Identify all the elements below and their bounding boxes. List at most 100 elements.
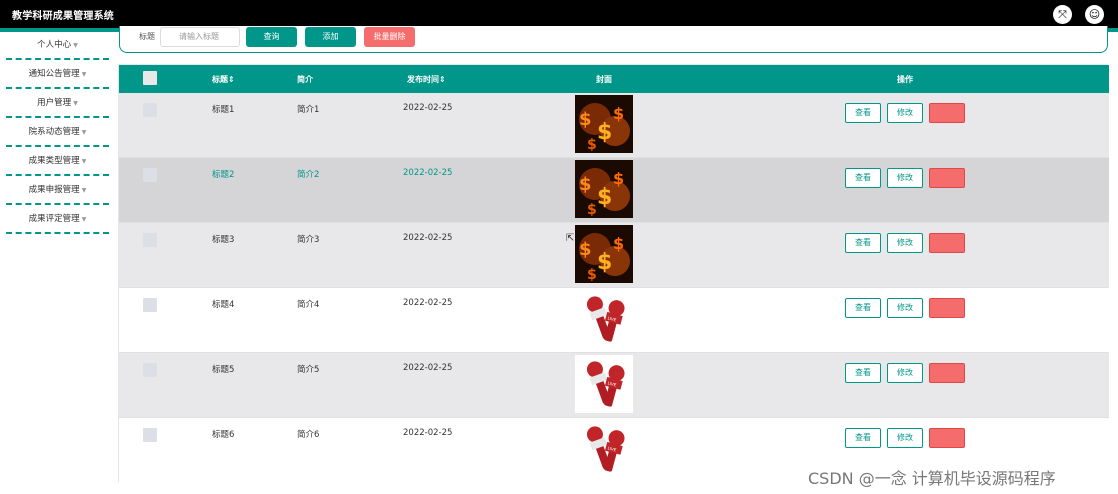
cell-title: 标题4 bbox=[212, 300, 235, 310]
edit-button[interactable]: 修改 bbox=[887, 363, 923, 383]
row-checkbox[interactable] bbox=[143, 428, 157, 442]
sidebar-item-label: 个人中心 bbox=[37, 40, 72, 50]
cover-image: $ $ $ $ bbox=[575, 225, 633, 283]
chevron-down-icon: ▼ bbox=[73, 100, 78, 107]
svg-text:$: $ bbox=[597, 185, 612, 210]
delete-button[interactable]: 删除 bbox=[929, 168, 965, 188]
cell-date: 2022-02-25 bbox=[403, 298, 453, 308]
app-title: 教学科研成果管理系统 bbox=[12, 11, 114, 22]
table-row: 标题5 简介5 2022-02-25 LIVE 查看 修改 删除 bbox=[119, 353, 1109, 418]
edit-button[interactable]: 修改 bbox=[887, 233, 923, 253]
view-button[interactable]: 查看 bbox=[845, 103, 881, 123]
svg-text:$: $ bbox=[587, 137, 597, 153]
search-label: 标题 bbox=[139, 32, 155, 41]
table-row: 标题2 简介2 2022-02-25 $ $ $ $ 查看 修改 删除 bbox=[119, 158, 1109, 223]
svg-text:$: $ bbox=[579, 174, 592, 195]
sidebar-item-label: 通知公告管理 bbox=[28, 69, 80, 79]
delete-button[interactable]: 删除 bbox=[929, 298, 965, 318]
sidebar-item-label: 院系动态管理 bbox=[28, 127, 80, 137]
row-checkbox[interactable] bbox=[143, 103, 157, 117]
select-all-checkbox[interactable] bbox=[143, 71, 157, 85]
row-checkbox[interactable] bbox=[143, 168, 157, 182]
cell-date: 2022-02-25 bbox=[403, 103, 453, 113]
query-button[interactable]: 查询 bbox=[246, 27, 297, 47]
cell-title: 标题1 bbox=[212, 105, 235, 115]
sidebar-item-label: 成果评定管理 bbox=[28, 214, 80, 224]
view-button[interactable]: 查看 bbox=[845, 168, 881, 188]
view-button[interactable]: 查看 bbox=[845, 428, 881, 448]
add-button[interactable]: 添加 bbox=[305, 27, 356, 47]
delete-button[interactable]: 删除 bbox=[929, 428, 965, 448]
cell-intro: 简介5 bbox=[297, 365, 320, 375]
delete-button[interactable]: 删除 bbox=[929, 103, 965, 123]
header-actions: 操作 bbox=[897, 75, 913, 84]
data-table: 标题⇕ 简介 发布时间⇕ 封面 操作 标题1 简介1 2022-02-25 $ $… bbox=[118, 64, 1109, 483]
table-row: 标题1 简介1 2022-02-25 $ $ $ $ 查看 修改 删除 bbox=[119, 93, 1109, 158]
chevron-down-icon: ▼ bbox=[81, 71, 87, 78]
sidebar-item-personal-center[interactable]: 个人中心 ▼ bbox=[6, 32, 109, 60]
cell-intro: 简介2 bbox=[297, 170, 320, 180]
sidebar-item-result-types[interactable]: 成果类型管理 ▼ bbox=[6, 148, 109, 176]
cover-image: LIVE bbox=[575, 420, 633, 478]
svg-text:$: $ bbox=[597, 120, 612, 145]
header-date[interactable]: 发布时间⇕ bbox=[407, 74, 446, 85]
sidebar-item-notice[interactable]: 通知公告管理 ▼ bbox=[6, 61, 109, 89]
cover-image: $ $ $ $ bbox=[575, 95, 633, 153]
svg-text:$: $ bbox=[579, 109, 592, 130]
cover-image: LIVE bbox=[575, 290, 633, 348]
row-checkbox[interactable] bbox=[143, 363, 157, 377]
sort-icon: ⇕ bbox=[228, 75, 235, 84]
cell-date: 2022-02-25 bbox=[403, 168, 453, 178]
fullscreen-icon[interactable]: ⤧ bbox=[1053, 5, 1072, 24]
view-button[interactable]: 查看 bbox=[845, 298, 881, 318]
mouse-cursor-icon: ⇱ bbox=[566, 233, 575, 244]
sidebar-item-result-declaration[interactable]: 成果申报管理 ▼ bbox=[6, 177, 109, 205]
cell-title: 标题5 bbox=[212, 365, 235, 375]
row-checkbox[interactable] bbox=[143, 233, 157, 247]
delete-button[interactable]: 删除 bbox=[929, 233, 965, 253]
svg-text:$: $ bbox=[613, 169, 624, 188]
watermark: CSDN @一念 计算机毕设源码程序 bbox=[808, 469, 1056, 488]
row-checkbox[interactable] bbox=[143, 298, 157, 312]
table-row: 标题4 简介4 2022-02-25 LIVE 查看 修改 删除 bbox=[119, 288, 1109, 353]
cell-intro: 简介1 bbox=[297, 105, 320, 115]
user-icon[interactable]: ☺ bbox=[1085, 5, 1104, 24]
table-row: 标题3 简介3 2022-02-25 $ $ $ $ 查看 修改 删除 bbox=[119, 223, 1109, 288]
delete-button[interactable]: 删除 bbox=[929, 363, 965, 383]
sidebar-item-users[interactable]: 用户管理 ▼ bbox=[6, 90, 109, 118]
svg-text:$: $ bbox=[587, 267, 597, 283]
sidebar-item-label: 成果申报管理 bbox=[28, 185, 80, 195]
cell-date: 2022-02-25 bbox=[403, 363, 453, 373]
chevron-down-icon: ▼ bbox=[81, 187, 87, 194]
view-button[interactable]: 查看 bbox=[845, 233, 881, 253]
cell-title: 标题3 bbox=[212, 235, 235, 245]
edit-button[interactable]: 修改 bbox=[887, 168, 923, 188]
svg-text:$: $ bbox=[613, 234, 624, 253]
cell-title: 标题6 bbox=[212, 430, 235, 440]
top-bar: 教学科研成果管理系统 ⤧ ☺ bbox=[0, 0, 1118, 28]
svg-text:$: $ bbox=[597, 250, 612, 275]
search-input[interactable]: 请输入标题 bbox=[160, 27, 240, 47]
cell-intro: 简介3 bbox=[297, 235, 320, 245]
header-title[interactable]: 标题⇕ bbox=[212, 74, 235, 85]
edit-button[interactable]: 修改 bbox=[887, 103, 923, 123]
edit-button[interactable]: 修改 bbox=[887, 298, 923, 318]
sidebar-item-label: 成果类型管理 bbox=[28, 156, 80, 166]
cell-intro: 简介6 bbox=[297, 430, 320, 440]
svg-text:$: $ bbox=[587, 202, 597, 218]
sort-icon: ⇕ bbox=[439, 75, 446, 84]
cell-intro: 简介4 bbox=[297, 300, 320, 310]
cover-image: LIVE bbox=[575, 355, 633, 413]
chevron-down-icon: ▼ bbox=[81, 129, 87, 136]
cover-image: $ $ $ $ bbox=[575, 160, 633, 218]
edit-button[interactable]: 修改 bbox=[887, 428, 923, 448]
chevron-down-icon: ▼ bbox=[73, 42, 78, 49]
svg-text:$: $ bbox=[579, 239, 592, 260]
sidebar-item-department-news[interactable]: 院系动态管理 ▼ bbox=[6, 119, 109, 147]
batch-delete-button[interactable]: 批量删除 bbox=[364, 27, 415, 47]
sidebar-item-result-evaluation[interactable]: 成果评定管理 ▼ bbox=[6, 206, 109, 234]
sidebar: 个人中心 ▼ 通知公告管理 ▼ 用户管理 ▼ 院系动态管理 ▼ 成果类型管理 ▼ 成果申报… bbox=[0, 32, 112, 494]
table-header: 标题⇕ 简介 发布时间⇕ 封面 操作 bbox=[119, 65, 1109, 93]
chevron-down-icon: ▼ bbox=[81, 216, 87, 223]
view-button[interactable]: 查看 bbox=[845, 363, 881, 383]
